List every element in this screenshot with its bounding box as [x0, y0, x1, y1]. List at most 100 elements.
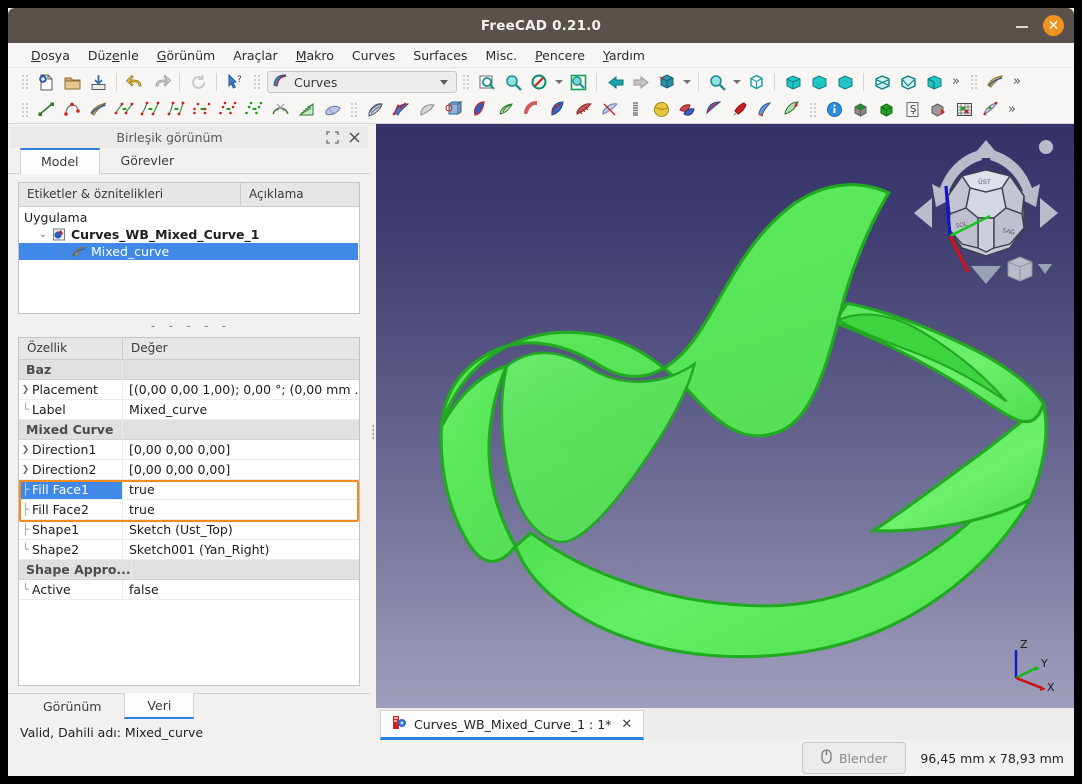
toolbar-grip[interactable]: [808, 100, 817, 119]
info-icon[interactable]: [821, 98, 847, 122]
panel-splitter-handle[interactable]: - - - - -: [8, 314, 370, 337]
menu-item-araclar[interactable]: Araçlar: [224, 45, 287, 66]
chevron-right-icon[interactable]: ❯: [19, 465, 32, 475]
surface-deviation-icon[interactable]: [596, 98, 622, 122]
box-gray-icon[interactable]: [847, 98, 873, 122]
chevron-down-icon[interactable]: ⌄: [39, 230, 51, 240]
document-tab[interactable]: Curves_WB_Mixed_Curve_1 : 1* ✕: [380, 710, 645, 740]
property-row-fill-face1[interactable]: ├ Fill Face1 true: [19, 480, 359, 500]
menu-item-makro[interactable]: Makro: [287, 45, 343, 66]
interpolate-icon[interactable]: [215, 98, 241, 122]
close-icon[interactable]: ✕: [618, 717, 635, 732]
new-document-icon[interactable]: [33, 70, 59, 94]
sphere-icon[interactable]: [648, 98, 674, 122]
nurbs-surface-icon[interactable]: [700, 98, 726, 122]
close-icon[interactable]: ✕: [1043, 15, 1064, 36]
view-rear-icon[interactable]: [869, 70, 895, 94]
menu-item-yardim[interactable]: Yardım: [594, 45, 654, 66]
menu-item-misc[interactable]: Misc.: [476, 45, 526, 66]
minimize-icon[interactable]: [1013, 17, 1031, 35]
toolbar-grip[interactable]: [969, 73, 978, 91]
toolbar-grip[interactable]: [461, 73, 470, 91]
join-curve-icon[interactable]: [111, 98, 137, 122]
chevron-down-icon[interactable]: [730, 70, 743, 94]
whats-this-icon[interactable]: ?: [222, 70, 248, 94]
segment-surface-icon[interactable]: [570, 98, 596, 122]
toolbar-grip[interactable]: [20, 100, 29, 119]
half-pipe-icon[interactable]: [752, 98, 778, 122]
refresh-icon[interactable]: [185, 70, 211, 94]
chevron-right-icon[interactable]: ›: [59, 247, 71, 257]
property-row-direction1[interactable]: ❯ Direction1 [0,00 0,00 0,00]: [19, 440, 359, 460]
sketch-on-surface-icon[interactable]: [388, 98, 414, 122]
toponaming-icon[interactable]: [977, 98, 1003, 122]
view-right-icon[interactable]: [832, 70, 858, 94]
std-view-fit-icon[interactable]: [474, 70, 500, 94]
toolbar-overflow-button[interactable]: »: [1003, 98, 1021, 122]
tab-gorunum[interactable]: Görünüm: [20, 694, 125, 719]
property-row-fill-face2[interactable]: ├ Fill Face2 true: [19, 500, 359, 520]
box-green-icon[interactable]: [873, 98, 899, 122]
property-row-active[interactable]: └ Active false: [19, 580, 359, 600]
split-curve-icon[interactable]: [137, 98, 163, 122]
redo-icon[interactable]: [148, 70, 174, 94]
navigation-cube[interactable]: ÜST SOL SAĞ: [906, 132, 1066, 297]
chevron-down-icon[interactable]: [680, 70, 693, 94]
property-row-shape2[interactable]: └ Shape2 Sketch001 (Yan_Right): [19, 540, 359, 560]
chevron-down-icon[interactable]: [552, 70, 565, 94]
tab-model[interactable]: Model: [20, 148, 100, 174]
curve-on-surface-icon[interactable]: [544, 98, 570, 122]
gordon-surface-icon[interactable]: [466, 98, 492, 122]
flatten-face-icon[interactable]: [414, 98, 440, 122]
close-icon[interactable]: [346, 129, 363, 146]
menu-item-dosya[interactable]: Dosya: [22, 45, 79, 66]
box-red-arrow-icon[interactable]: [925, 98, 951, 122]
view-front-icon[interactable]: [780, 70, 806, 94]
toolbar-grip[interactable]: [349, 100, 358, 119]
view-bottom-icon[interactable]: [895, 70, 921, 94]
profile-support-icon[interactable]: [440, 98, 466, 122]
property-row-direction2[interactable]: ❯ Direction2 [0,00 0,00 0,00]: [19, 460, 359, 480]
parametric-blend-icon[interactable]: [241, 98, 267, 122]
sweep-icon[interactable]: [778, 98, 804, 122]
save-icon[interactable]: [85, 70, 111, 94]
paint-icon[interactable]: [726, 98, 752, 122]
tree-item-application[interactable]: Uygulama: [19, 209, 359, 226]
property-row-label[interactable]: └ Label Mixed_curve: [19, 400, 359, 420]
back-arrow-icon[interactable]: [602, 70, 628, 94]
tab-veri[interactable]: Veri: [124, 693, 195, 719]
isocurve-icon[interactable]: [362, 98, 388, 122]
tree-item-mixed-curve[interactable]: › Mixed_curve: [19, 243, 358, 260]
mixed-curve-icon[interactable]: [85, 98, 111, 122]
menu-item-surfaces[interactable]: Surfaces: [404, 45, 476, 66]
macro-icon[interactable]: Ş: [899, 98, 925, 122]
forward-arrow-icon[interactable]: [628, 70, 654, 94]
property-row-shape1[interactable]: ├ Shape1 Sketch (Ust_Top): [19, 520, 359, 540]
bspline-icon[interactable]: [59, 98, 85, 122]
zebra-icon[interactable]: [319, 98, 345, 122]
draw-style-icon[interactable]: [565, 70, 591, 94]
3d-viewport[interactable]: ÜST SOL SAĞ Z Y X: [376, 124, 1074, 708]
undock-icon[interactable]: [324, 129, 341, 146]
tab-gorevler[interactable]: Görevler: [99, 148, 196, 173]
toolbar-overflow-button[interactable]: »: [947, 70, 965, 94]
grid-icon[interactable]: [951, 98, 977, 122]
tree-item-document[interactable]: ⌄ Curves_WB_Mixed_Curve_1: [19, 226, 359, 243]
zoom-fit-icon[interactable]: [704, 70, 730, 94]
comb-plot-icon[interactable]: [293, 98, 319, 122]
no-selection-icon[interactable]: [526, 70, 552, 94]
zoom-icon[interactable]: [500, 70, 526, 94]
toolbar-grip[interactable]: [20, 73, 29, 91]
approximate-icon[interactable]: [189, 98, 215, 122]
undo-icon[interactable]: [122, 70, 148, 94]
line-icon[interactable]: [33, 98, 59, 122]
property-row-placement[interactable]: ❯ Placement [(0,00 0,00 1,00); 0,00 °; (0…: [19, 380, 359, 400]
discretize-icon[interactable]: [163, 98, 189, 122]
workbench-selector[interactable]: Curves: [267, 71, 457, 93]
axonometric-icon[interactable]: [743, 70, 769, 94]
menu-item-pencere[interactable]: Pencere: [526, 45, 594, 66]
chevron-right-icon[interactable]: ❯: [19, 445, 32, 455]
menu-item-curves[interactable]: Curves: [343, 45, 404, 66]
view-left-icon[interactable]: [921, 70, 947, 94]
blend-curve-icon[interactable]: [267, 98, 293, 122]
